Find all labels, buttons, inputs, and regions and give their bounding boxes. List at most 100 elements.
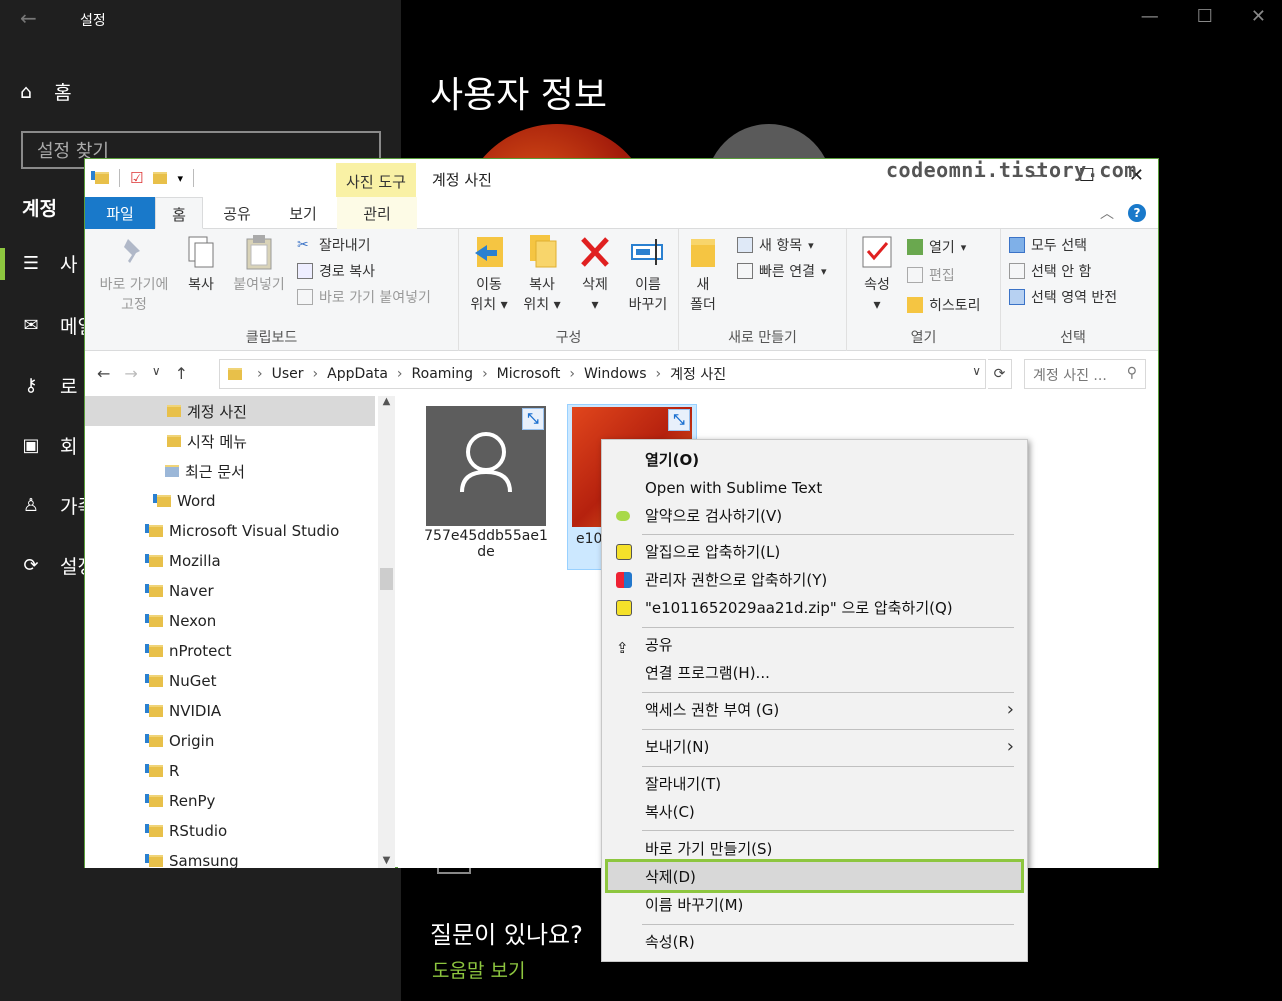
scrollbar-thumb[interactable] xyxy=(380,568,393,590)
file-item[interactable]: ⤡ 757e45ddb55ae1 de xyxy=(424,406,548,560)
breadcrumb-item[interactable]: AppData xyxy=(327,366,388,382)
open-button[interactable]: 열기 ▾ xyxy=(907,237,966,257)
invert-selection-button[interactable]: 선택 영역 반전 xyxy=(1009,287,1117,307)
history-button[interactable]: 히스토리 xyxy=(907,295,981,315)
group-label: 열기 xyxy=(910,330,937,346)
tree-item[interactable]: 시작 메뉴 xyxy=(167,426,247,456)
properties-button[interactable]: 속성 ▾ xyxy=(855,233,899,315)
breadcrumb-item[interactable]: Roaming xyxy=(412,366,474,382)
back-arrow-icon[interactable]: ← xyxy=(97,364,110,383)
tree-item[interactable]: NuGet xyxy=(145,666,216,696)
tab-manage[interactable]: 관리 xyxy=(337,197,417,229)
menu-item-admin-zip[interactable]: 관리자 권한으로 압축하기(Y) xyxy=(604,566,1024,594)
address-box[interactable]: › User › AppData › Roaming › Microsoft ›… xyxy=(219,359,986,389)
copy-to-button[interactable]: 복사 위치 ▾ xyxy=(517,233,567,315)
up-arrow-icon[interactable]: ↑ xyxy=(175,364,188,383)
chevron-down-icon[interactable]: ▾ xyxy=(177,172,183,185)
tree-item[interactable]: NVIDIA xyxy=(145,696,221,726)
forward-arrow-icon[interactable]: → xyxy=(124,364,137,383)
select-all-button[interactable]: 모두 선택 xyxy=(1009,235,1087,255)
copy-path-button[interactable]: 경로 복사 xyxy=(297,261,375,281)
menu-item-open-with[interactable]: 연결 프로그램(H)... xyxy=(604,659,1024,687)
chevron-up-icon[interactable]: ︿ xyxy=(1100,203,1114,223)
menu-item-zip-to[interactable]: "e1011652029aa21d.zip" 으로 압축하기(Q) xyxy=(604,594,1024,622)
rename-button[interactable]: 이름 바꾸기 xyxy=(623,233,673,315)
tab-file[interactable]: 파일 xyxy=(85,197,155,229)
tree-item[interactable]: Nexon xyxy=(145,606,216,636)
scroll-down-icon[interactable]: ▼ xyxy=(378,855,395,866)
refresh-icon[interactable]: ⟳ xyxy=(988,359,1012,389)
folder-icon xyxy=(228,368,242,380)
breadcrumb-item[interactable]: User xyxy=(272,366,304,382)
recent-chevron-icon[interactable]: ∨ xyxy=(152,364,161,383)
folder-icon xyxy=(145,584,163,597)
new-item-button[interactable]: 새 항목 ▾ xyxy=(737,235,814,255)
checkbox-icon[interactable]: ☑ xyxy=(130,169,143,187)
chevron-down-icon[interactable]: ∨ xyxy=(972,364,981,378)
folder-icon xyxy=(145,554,163,567)
copy-button[interactable]: 복사 xyxy=(181,233,221,295)
pin-to-quick-access-button[interactable]: 바로 가기에 고정 xyxy=(93,233,175,315)
tree-item-account-pictures[interactable]: 계정 사진 xyxy=(85,396,375,426)
menu-item-open-with-sublime[interactable]: Open with Sublime Text xyxy=(604,474,1024,502)
question-heading: 질문이 있나요? xyxy=(430,921,583,949)
tree-item[interactable]: 최근 문서 xyxy=(165,456,245,486)
menu-item-send-to[interactable]: 보내기(N) › xyxy=(604,733,1024,761)
tree-item[interactable]: Microsoft Visual Studio xyxy=(145,516,339,546)
menu-item-cut[interactable]: 잘라내기(T) xyxy=(604,770,1024,798)
tree-item[interactable]: Naver xyxy=(145,576,214,606)
sidebar-item-signin[interactable]: ⚷ 로 xyxy=(20,372,77,399)
tree-item[interactable]: Word xyxy=(153,486,216,516)
copy-icon xyxy=(183,233,219,271)
menu-item-share[interactable]: ⇪ 공유 xyxy=(604,631,1024,659)
help-icon[interactable]: ? xyxy=(1128,204,1146,222)
help-link[interactable]: 도움말 보기 xyxy=(432,956,525,983)
paste-button[interactable]: 붙여넣기 xyxy=(227,233,291,295)
back-arrow-icon[interactable]: ← xyxy=(20,6,37,30)
close-icon[interactable]: ✕ xyxy=(1251,6,1266,27)
tree-item-label: Samsung xyxy=(169,852,239,868)
menu-item-rename[interactable]: 이름 바꾸기(M) xyxy=(604,891,1024,919)
maximize-icon[interactable]: ☐ xyxy=(1197,6,1213,27)
paste-shortcut-button[interactable]: 바로 가기 붙여넣기 xyxy=(297,287,431,307)
tree-item[interactable]: nProtect xyxy=(145,636,232,666)
tree-item[interactable]: Samsung xyxy=(145,846,239,868)
tab-share[interactable]: 공유 xyxy=(213,197,261,229)
minimize-icon[interactable]: — xyxy=(1141,6,1159,27)
search-input[interactable]: 계정 사진 ... ⚲ xyxy=(1024,359,1146,389)
tab-view[interactable]: 보기 xyxy=(275,197,331,229)
menu-item-copy[interactable]: 복사(C) xyxy=(604,798,1024,826)
tree-item[interactable]: RenPy xyxy=(145,786,215,816)
menu-item-open[interactable]: 열기(O) xyxy=(604,446,1024,474)
menu-item-scan[interactable]: 알약으로 검사하기(V) xyxy=(604,502,1024,530)
menu-item-delete[interactable]: 삭제(D) xyxy=(604,863,1024,891)
sync-icon: ⟳ xyxy=(23,555,39,576)
menu-item-alzip[interactable]: 알집으로 압축하기(L) xyxy=(604,538,1024,566)
sidebar-item-user-info[interactable]: ☰ 사 xyxy=(20,250,78,277)
tree-item-label: Naver xyxy=(169,582,214,600)
breadcrumb-item[interactable]: 계정 사진 xyxy=(670,364,726,384)
tree-item[interactable]: R xyxy=(145,756,179,786)
folder-icon[interactable] xyxy=(153,172,168,184)
nav-scrollbar[interactable]: ▲ ▼ xyxy=(378,396,395,868)
delete-button[interactable]: 삭제 ▾ xyxy=(575,233,615,315)
settings-home-link[interactable]: ⌂ 홈 xyxy=(20,78,72,105)
cut-button[interactable]: ✂ 잘라내기 xyxy=(297,235,371,255)
menu-item-give-access[interactable]: 액세스 권한 부여 (G) › xyxy=(604,696,1024,724)
tree-item-label: RStudio xyxy=(169,822,228,840)
menu-item-properties[interactable]: 속성(R) xyxy=(604,928,1024,956)
sidebar-item-work[interactable]: ▣ 회 xyxy=(20,432,77,459)
select-none-button[interactable]: 선택 안 함 xyxy=(1009,261,1091,281)
easy-access-button[interactable]: 빠른 연결 ▾ xyxy=(737,261,827,281)
breadcrumb-item[interactable]: Microsoft xyxy=(497,366,561,382)
tree-item[interactable]: RStudio xyxy=(145,816,228,846)
easy-access-icon xyxy=(737,263,753,279)
scroll-up-icon[interactable]: ▲ xyxy=(378,396,395,407)
tree-item[interactable]: Origin xyxy=(145,726,214,756)
edit-button[interactable]: 편집 xyxy=(907,265,955,285)
tab-home[interactable]: 홈 xyxy=(155,197,203,229)
new-folder-button[interactable]: 새 폴더 xyxy=(685,233,721,315)
tree-item[interactable]: Mozilla xyxy=(145,546,221,576)
move-to-button[interactable]: 이동 위치 ▾ xyxy=(465,233,513,315)
breadcrumb-item[interactable]: Windows xyxy=(584,366,647,382)
